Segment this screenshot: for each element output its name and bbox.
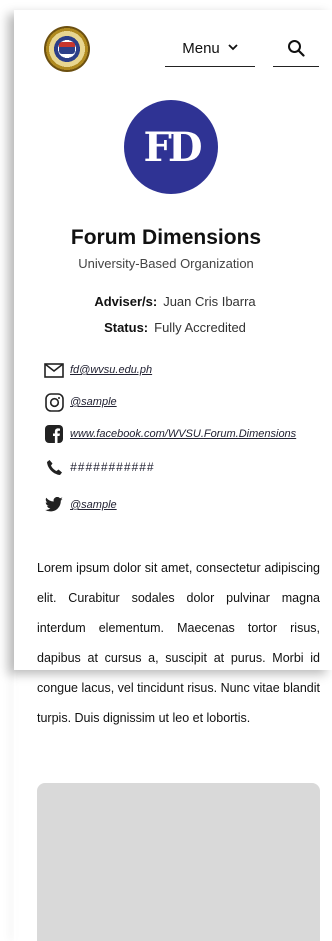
menu-button[interactable]: Menu: [165, 30, 255, 67]
org-logo-text: FD: [143, 123, 202, 171]
instagram-icon: [44, 392, 64, 412]
chevron-down-icon: [228, 42, 238, 54]
phone-icon: [44, 457, 64, 477]
contact-phone: ###########: [44, 457, 154, 477]
org-logo: FD: [124, 100, 218, 194]
email-link[interactable]: fd@wvsu.edu.ph: [70, 364, 152, 376]
search-button[interactable]: [273, 30, 319, 67]
image-placeholder: [37, 783, 320, 941]
mail-icon: [44, 360, 64, 380]
adviser-row: Adviser/s: Juan Cris Ibarra: [0, 294, 332, 309]
page-card-edge: [14, 670, 16, 941]
adviser-label: Adviser/s:: [94, 294, 158, 309]
facebook-icon: [44, 424, 64, 444]
org-description: Lorem ipsum dolor sit amet, consectetur …: [37, 561, 320, 725]
search-icon: [288, 40, 305, 57]
twitter-icon: [44, 495, 64, 515]
status-label: Status:: [104, 320, 149, 335]
status-row: Status: Fully Accredited: [0, 320, 332, 335]
contact-facebook: www.facebook.com/WVSU.Forum.Dimensions: [44, 424, 296, 444]
adviser-value: Juan Cris Ibarra: [163, 294, 256, 309]
status-value: Fully Accredited: [154, 320, 246, 335]
phone-number: ###########: [70, 460, 155, 474]
instagram-link[interactable]: @sample: [70, 396, 117, 408]
contact-email: fd@wvsu.edu.ph: [44, 360, 152, 380]
facebook-link[interactable]: www.facebook.com/WVSU.Forum.Dimensions: [70, 428, 296, 440]
university-seal-icon[interactable]: [44, 26, 90, 72]
contact-instagram: @sample: [44, 392, 117, 412]
org-name: Forum Dimensions: [70, 226, 262, 249]
menu-label: Menu: [182, 39, 220, 57]
twitter-link[interactable]: @sample: [70, 499, 117, 511]
contact-twitter: @sample: [44, 495, 117, 515]
org-type: University-Based Organization: [78, 256, 254, 271]
